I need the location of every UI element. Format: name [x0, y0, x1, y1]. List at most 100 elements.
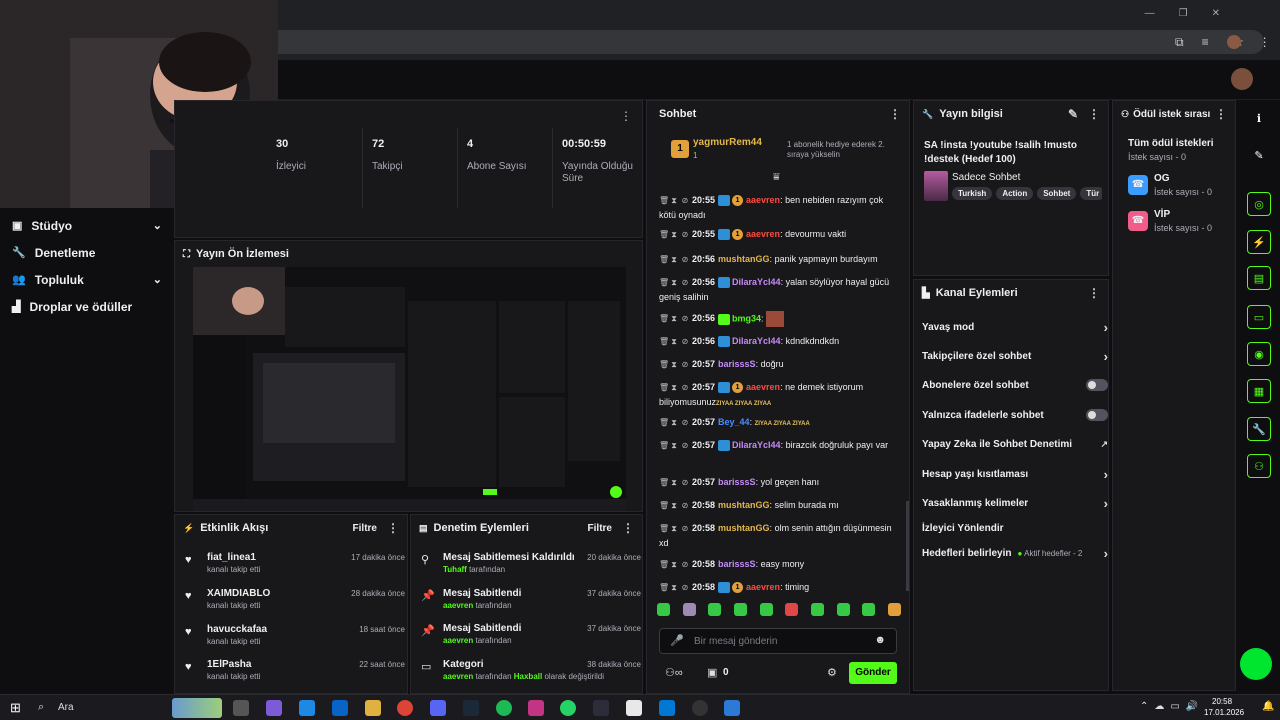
- spotify-icon[interactable]: [496, 700, 512, 716]
- whatsapp-icon[interactable]: [560, 700, 576, 716]
- chat-username[interactable]: barisssS: [718, 559, 756, 569]
- mod-action-icons[interactable]: 🗑 ⧗ ⊘: [659, 440, 692, 450]
- channel-action-followers-only[interactable]: Takipçilere özel sohbet ›: [922, 346, 1108, 366]
- emote-icon[interactable]: [682, 603, 696, 616]
- obs-icon[interactable]: [692, 700, 708, 716]
- emote-icon[interactable]: [657, 603, 670, 616]
- emote-icon[interactable]: [887, 603, 901, 616]
- discord-icon[interactable]: [430, 700, 446, 716]
- stream-category[interactable]: Sadece Sohbet: [952, 172, 1020, 183]
- tag[interactable]: Sohbet: [1037, 187, 1077, 200]
- chat-username[interactable]: mushtanGG: [718, 523, 770, 533]
- reward-og[interactable]: ☎ OG İstek sayısı - 0: [1128, 173, 1228, 203]
- steam-icon[interactable]: [463, 700, 479, 716]
- activity-user[interactable]: 1ElPasha: [207, 659, 251, 670]
- emoji-icon[interactable]: ☻: [874, 634, 886, 646]
- chat-input[interactable]: 🎤 Bir mesaj gönderin ☻: [659, 628, 897, 654]
- nav-item-drops[interactable]: ▟ Droplar ve ödüller: [0, 293, 174, 320]
- channel-actions-menu-icon[interactable]: ⋮: [1088, 286, 1100, 300]
- mod-action-icons[interactable]: 🗑 ⧗ ⊘: [659, 523, 692, 533]
- chat-username[interactable]: bmg34: [732, 313, 761, 323]
- chat-scrollbar[interactable]: [906, 501, 909, 591]
- moderation-widget-icon[interactable]: ▤: [1247, 266, 1271, 290]
- chat-username[interactable]: mushtanGG: [718, 500, 770, 510]
- nav-item-studio[interactable]: ▣ Stüdyo ⌄: [0, 212, 174, 239]
- app-icon[interactable]: [724, 700, 740, 716]
- mod-action-icons[interactable]: 🗑 ⧗ ⊘: [659, 336, 692, 346]
- mod-action-icons[interactable]: 🗑 ⧗ ⊘: [659, 277, 692, 287]
- subscribers-only-toggle[interactable]: [1086, 379, 1108, 391]
- emote-icon[interactable]: [733, 603, 747, 616]
- info-icon[interactable]: ℹ: [1247, 106, 1271, 130]
- mod-action-icons[interactable]: 🗑 ⧗ ⊘: [659, 229, 692, 239]
- emotes-only-toggle[interactable]: [1086, 409, 1108, 421]
- mod-action-icons[interactable]: 🗑 ⧗ ⊘: [659, 313, 692, 323]
- edit-icon[interactable]: ✎: [1068, 107, 1078, 121]
- stream-preview-video[interactable]: [193, 267, 626, 511]
- mod-action-icons[interactable]: 🗑 ⧗ ⊘: [659, 559, 692, 569]
- channel-action-banned-words[interactable]: Yasaklanmış kelimeler ›: [922, 493, 1108, 513]
- channel-action-host[interactable]: İzleyici Yönlendir: [922, 518, 1108, 538]
- actions-widget-icon[interactable]: ▦: [1247, 379, 1271, 403]
- notification-icon[interactable]: 🔔: [1262, 701, 1274, 712]
- pencil-icon[interactable]: ✎: [1247, 143, 1271, 167]
- stats-menu-icon[interactable]: ⋮: [620, 109, 632, 123]
- activity-user[interactable]: XAIMDIABLO: [207, 588, 270, 599]
- windows-start-icon[interactable]: ⊞: [10, 700, 21, 716]
- task-view-icon[interactable]: [233, 700, 249, 716]
- activity-filter-button[interactable]: Filtre: [353, 523, 377, 534]
- chat-widget-icon[interactable]: ▭: [1247, 305, 1271, 329]
- search-icon[interactable]: ⌕: [38, 701, 44, 714]
- tag[interactable]: Action: [996, 187, 1034, 200]
- taskbar-date[interactable]: 17.01.2026: [1204, 708, 1244, 717]
- outlook-icon[interactable]: [332, 700, 348, 716]
- moderation-user[interactable]: aaevren: [443, 672, 473, 681]
- chrome-icon[interactable]: [397, 700, 413, 716]
- app-icon[interactable]: [593, 700, 609, 716]
- restore-icon[interactable]: ❐: [1179, 8, 1188, 19]
- address-bar[interactable]: ☆: [278, 30, 1264, 54]
- instagram-icon[interactable]: [528, 700, 544, 716]
- moderation-user[interactable]: aaevren: [443, 636, 473, 645]
- profile-avatar-icon[interactable]: [1226, 35, 1241, 49]
- chat-username[interactable]: DilaraYcl44: [732, 440, 781, 450]
- mod-action-icons[interactable]: 🗑 ⧗ ⊘: [659, 582, 692, 592]
- chat-username[interactable]: aaevren: [746, 229, 780, 239]
- stats-widget-icon[interactable]: ◎: [1247, 192, 1271, 216]
- reward-menu-icon[interactable]: ⋮: [1215, 107, 1227, 121]
- emote-icon[interactable]: [810, 603, 824, 616]
- nav-item-moderation[interactable]: 🔧 Denetleme: [0, 239, 174, 266]
- channel-action-ai-moderation[interactable]: Yapay Zeka ile Sohbet Denetimi ↗: [922, 434, 1108, 454]
- emote-icon[interactable]: [785, 603, 799, 616]
- rewards-widget-icon[interactable]: ⚇: [1247, 454, 1271, 478]
- chat-username[interactable]: barisssS: [718, 359, 756, 369]
- chat-username[interactable]: aaevren: [746, 195, 780, 205]
- moderation-user[interactable]: Tuhaff: [443, 565, 467, 574]
- edge-icon[interactable]: [299, 700, 315, 716]
- stream-info-menu-icon[interactable]: ⋮: [1088, 107, 1100, 121]
- gift-box-icon[interactable]: ▣: [707, 666, 717, 679]
- emote-icon[interactable]: [708, 603, 722, 616]
- system-tray-icons[interactable]: ⌃☁▭🔊: [1140, 701, 1204, 712]
- media-icon[interactable]: ≡: [1202, 35, 1209, 50]
- moderation-filter-button[interactable]: Filtre: [588, 523, 612, 534]
- tag[interactable]: Tür: [1080, 187, 1102, 200]
- mod-action-icons[interactable]: 🗑 ⧗ ⊘: [659, 382, 692, 392]
- activity-user[interactable]: havucckafaa: [207, 624, 267, 635]
- mod-action-icons[interactable]: 🗑 ⧗ ⊘: [659, 477, 692, 487]
- send-button[interactable]: Gönder: [849, 662, 897, 684]
- chat-username[interactable]: aaevren: [746, 382, 780, 392]
- notepad-icon[interactable]: [626, 700, 642, 716]
- nav-item-community[interactable]: 👥 Topluluk ⌄: [0, 266, 174, 293]
- loop-icon[interactable]: ⚇∞: [665, 666, 683, 679]
- chat-username[interactable]: mushtanGG: [718, 254, 770, 264]
- chat-username[interactable]: Bey_44: [718, 417, 750, 427]
- channel-action-slow-mode[interactable]: Yavaş mod ›: [922, 317, 1108, 337]
- minimize-icon[interactable]: —: [1145, 8, 1155, 19]
- browser-menu-icon[interactable]: ⋮: [1259, 35, 1271, 50]
- all-rewards-title[interactable]: Tüm ödül istekleri: [1128, 138, 1214, 149]
- mod-action-icons[interactable]: 🗑 ⧗ ⊘: [659, 359, 692, 369]
- mic-icon[interactable]: 🎤: [670, 634, 684, 647]
- chat-username[interactable]: aaevren: [746, 582, 780, 592]
- mod-action-icons[interactable]: 🗑 ⧗ ⊘: [659, 417, 692, 427]
